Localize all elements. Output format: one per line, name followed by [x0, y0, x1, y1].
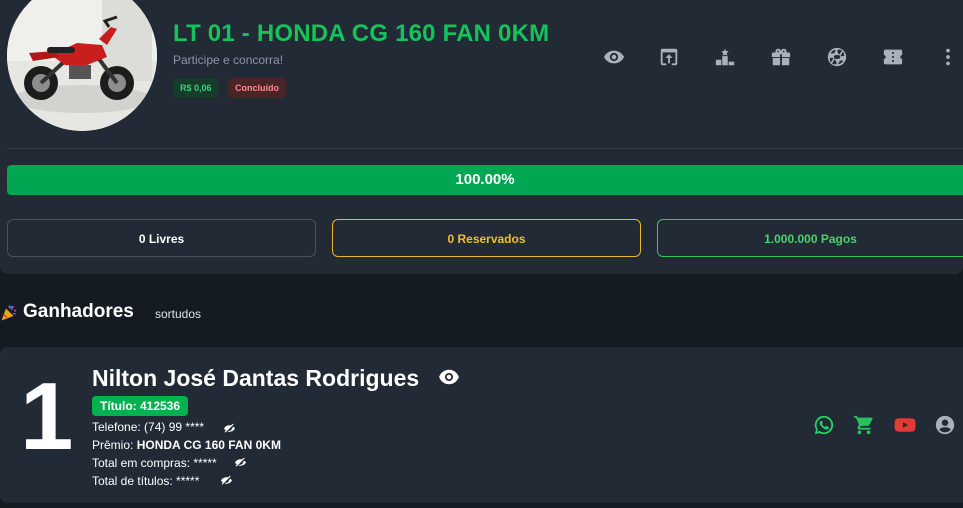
winner-phone: Telefone: (74) 99 ****: [92, 420, 205, 434]
eye-off-icon: [221, 475, 232, 485]
divider: [7, 148, 963, 149]
progress-bar: 100.00%: [7, 165, 963, 195]
winner-name: Nilton José Dantas Rodrigues: [92, 365, 420, 391]
tickets-button[interactable]: [880, 44, 906, 70]
youtube-button[interactable]: [894, 414, 916, 436]
ranking-button[interactable]: [712, 44, 738, 70]
price-badge: R$ 0,06: [173, 78, 219, 98]
winner-ticket-badge: Título: 412536: [92, 396, 189, 416]
party-popper-icon: [1, 305, 17, 321]
prizes-button[interactable]: [768, 44, 794, 70]
gift-icon: [771, 48, 791, 66]
winner-card: 1 Nilton José Dantas Rodrigues Título: 4…: [0, 347, 963, 503]
free-numbers-button[interactable]: 0 Livres: [7, 219, 316, 257]
reserved-numbers-button[interactable]: 0 Reservados: [332, 219, 641, 257]
winner-total-titles: Total de títulos: *****: [92, 474, 200, 488]
eye-icon: [439, 369, 459, 385]
reveal-titles-button[interactable]: [220, 473, 233, 485]
prize-value: HONDA CG 160 FAN 0KM: [136, 438, 281, 452]
view-button[interactable]: [601, 44, 627, 70]
paid-numbers-button[interactable]: 1.000.000 Pagos: [657, 219, 963, 257]
reveal-phone-button[interactable]: [223, 421, 236, 433]
view-winner-button[interactable]: [438, 368, 460, 386]
motorcycle-image: [7, 0, 157, 131]
profile-button[interactable]: [934, 414, 956, 436]
whatsapp-button[interactable]: [813, 414, 835, 436]
winners-subtitle: sortudos: [155, 307, 202, 321]
aperture-icon: [827, 47, 847, 67]
status-badge: Concluído: [228, 78, 286, 98]
ticket-icon: [883, 49, 903, 65]
cart-icon: [853, 415, 873, 435]
more-button[interactable]: [935, 44, 961, 70]
share-button[interactable]: [656, 44, 682, 70]
reveal-purchases-button[interactable]: [234, 455, 247, 467]
winner-total-purchases: Total em compras: *****: [92, 456, 217, 470]
winners-title: Ganhadores: [23, 301, 134, 322]
prize-label: Prêmio:: [92, 438, 134, 452]
raffle-card: LT 01 - HONDA CG 160 FAN 0KM Participe e…: [0, 0, 963, 274]
more-vert-icon: [946, 48, 950, 66]
youtube-icon: [894, 418, 916, 432]
account-circle-icon: [935, 415, 955, 435]
podium-icon: [715, 48, 735, 66]
eye-off-icon: [235, 457, 246, 467]
share-icon: [660, 48, 678, 66]
raffle-image[interactable]: [7, 0, 157, 131]
winner-prize: Prêmio: HONDA CG 160 FAN 0KM: [92, 438, 281, 452]
raffle-subtitle: Participe e concorra!: [173, 53, 284, 67]
raffle-title: LT 01 - HONDA CG 160 FAN 0KM: [173, 20, 550, 47]
eye-off-icon: [224, 423, 235, 433]
eye-icon: [603, 50, 625, 64]
roulette-button[interactable]: [824, 44, 850, 70]
winner-rank: 1: [20, 363, 74, 470]
cart-button[interactable]: [853, 414, 875, 436]
progress-label: 100.00%: [455, 171, 515, 188]
whatsapp-icon: [814, 415, 834, 435]
